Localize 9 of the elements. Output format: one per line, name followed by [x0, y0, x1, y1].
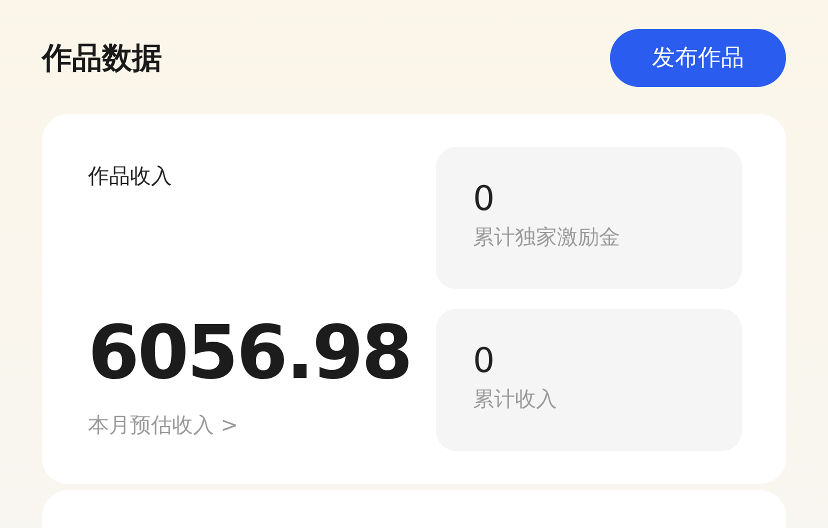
- income-amount: 6056.98: [88, 316, 412, 390]
- income-label: 作品收入: [88, 163, 173, 190]
- stat-value: 0: [473, 344, 496, 378]
- stat-value: 0: [473, 182, 496, 216]
- publish-button[interactable]: 发布作品: [610, 29, 786, 87]
- monthly-estimate-link[interactable]: 本月预估收入 >: [88, 410, 422, 441]
- page-title: 作品数据: [42, 40, 162, 78]
- stat-label: 累计独家激励金: [473, 224, 621, 252]
- stat-label: 累计收入: [473, 386, 558, 414]
